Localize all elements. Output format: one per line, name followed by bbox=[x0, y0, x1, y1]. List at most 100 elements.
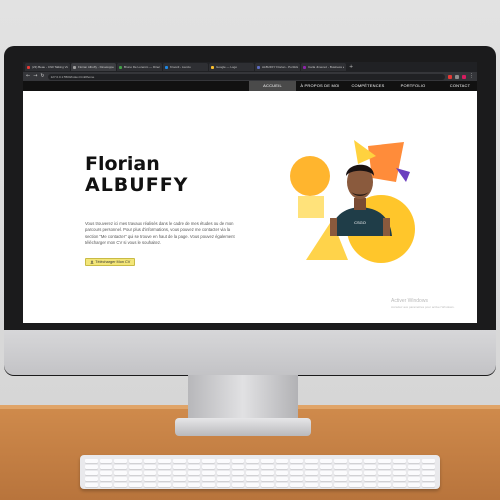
keyboard-key bbox=[261, 471, 274, 475]
keyboard-key bbox=[158, 471, 171, 475]
keyboard-key bbox=[422, 471, 435, 475]
keyboard-key bbox=[319, 477, 333, 481]
monitor-stand bbox=[188, 375, 298, 421]
keyboard-key bbox=[305, 465, 318, 469]
reload-icon[interactable]: ↻ bbox=[40, 74, 44, 79]
keyboard-key bbox=[246, 471, 259, 475]
keyboard-key bbox=[173, 459, 186, 463]
keyboard-key bbox=[187, 465, 201, 469]
keyboard-key bbox=[275, 459, 289, 463]
download-cv-button[interactable]: Télécharger Mon CV bbox=[85, 258, 135, 266]
keyboard-key bbox=[422, 465, 435, 469]
extension-icon[interactable] bbox=[455, 74, 459, 79]
keyboard-key bbox=[202, 471, 215, 475]
keyboard-key bbox=[305, 471, 318, 475]
address-bar[interactable]: 127.0.0.1:5500/index.html#home bbox=[47, 73, 445, 80]
keyboard-key bbox=[407, 471, 421, 475]
nav-item-portfolio[interactable]: PORTFOLIO bbox=[395, 81, 431, 91]
profile-icon[interactable] bbox=[462, 74, 466, 79]
keyboard-key bbox=[319, 471, 333, 475]
browser-tab[interactable]: (23) Beau - Chill Talking Vid bbox=[25, 63, 70, 71]
nav-item-accueil[interactable]: ACCUEIL bbox=[249, 81, 296, 91]
browser-tab[interactable]: ALBUFFY Florian - Portfolio bbox=[255, 63, 300, 71]
back-arrow-icon[interactable]: ← bbox=[26, 74, 30, 79]
keyboard-key bbox=[129, 483, 142, 487]
new-tab-icon[interactable]: + bbox=[349, 64, 353, 70]
keyboard-key bbox=[319, 465, 333, 469]
keyboard-key bbox=[422, 459, 435, 463]
keyboard-key bbox=[290, 459, 303, 463]
keyboard-key bbox=[261, 465, 274, 469]
keyboard-key bbox=[202, 477, 215, 481]
nav-item-contact[interactable]: CONTACT bbox=[443, 81, 477, 91]
tab-title: (23) Beau - Chill Talking Vid bbox=[32, 65, 68, 69]
keyboard-key bbox=[349, 483, 362, 487]
keyboard-key bbox=[114, 483, 127, 487]
keyboard-key bbox=[187, 483, 201, 487]
keyboard-key bbox=[129, 471, 142, 475]
nav-item-competences[interactable]: COMPÉTENCES bbox=[345, 81, 391, 91]
keyboard-key bbox=[422, 483, 435, 487]
download-cv-label: Télécharger Mon CV bbox=[95, 260, 131, 264]
keyboard-key bbox=[393, 483, 406, 487]
keyboard-key bbox=[363, 477, 377, 481]
keyboard-key bbox=[202, 459, 215, 463]
hero-first-name: Florian bbox=[85, 153, 160, 175]
keyboard-key bbox=[99, 465, 113, 469]
forward-arrow-icon[interactable]: → bbox=[33, 74, 37, 79]
keyboard-key bbox=[158, 465, 171, 469]
site-navbar: ACCUEIL À PROPOS DE MOI COMPÉTENCES PORT… bbox=[23, 81, 477, 91]
browser-tab[interactable]: Carla Jimenez - Business et Di bbox=[301, 63, 346, 71]
menu-dots-icon[interactable]: ⋮ bbox=[469, 74, 474, 79]
violet-triangle-shape bbox=[396, 168, 410, 182]
keyboard-key bbox=[202, 483, 215, 487]
extension-icon[interactable] bbox=[448, 74, 452, 79]
keyboard-key bbox=[305, 459, 318, 463]
keyboard-key bbox=[143, 483, 157, 487]
keyboard-key bbox=[363, 459, 377, 463]
keyboard-key bbox=[217, 465, 230, 469]
keyboard-key bbox=[217, 483, 230, 487]
keyboard-key bbox=[187, 477, 201, 481]
keyboard-key bbox=[261, 459, 274, 463]
yellow-rect-shape bbox=[298, 196, 324, 218]
keyboard-key bbox=[99, 477, 113, 481]
keyboard-key bbox=[129, 465, 142, 469]
keyboard-key bbox=[173, 471, 186, 475]
tab-title: Florian Albuffy - Développeur Web bbox=[78, 65, 114, 69]
keyboard-key bbox=[349, 459, 362, 463]
keyboard-key bbox=[246, 465, 259, 469]
keyboard-key bbox=[393, 465, 406, 469]
monitor-stand-base bbox=[175, 418, 311, 436]
keyboard-key bbox=[143, 477, 157, 481]
keyboard-key bbox=[305, 477, 318, 481]
keyboard-key bbox=[85, 483, 98, 487]
keyboard-key bbox=[99, 483, 113, 487]
keyboard-key bbox=[349, 471, 362, 475]
tab-favicon-icon bbox=[27, 65, 30, 69]
keyboard-key bbox=[231, 477, 245, 481]
keyboard-key bbox=[275, 477, 289, 481]
keyboard-key bbox=[85, 477, 98, 481]
keyboard-key bbox=[378, 483, 391, 487]
download-icon bbox=[90, 260, 94, 264]
keyboard-key bbox=[143, 471, 157, 475]
keyboard-key bbox=[363, 483, 377, 487]
keyboard-key bbox=[334, 483, 347, 487]
keyboard-key bbox=[407, 483, 421, 487]
keyboard-key bbox=[99, 459, 113, 463]
keyboard-key bbox=[187, 459, 201, 463]
browser-tab[interactable]: Bruno De Lorenzo — Directeur bbox=[117, 63, 162, 71]
tab-title: ALBUFFY Florian - Portfolio bbox=[262, 65, 298, 69]
keyboard-key bbox=[393, 477, 406, 481]
keyboard-key bbox=[129, 477, 142, 481]
keyboard-key bbox=[290, 483, 303, 487]
nav-item-a-propos[interactable]: À PROPOS DE MOI bbox=[299, 81, 341, 91]
hero-last-name: ALBUFFY bbox=[85, 174, 189, 196]
browser-tab[interactable]: Google — Logo bbox=[209, 63, 254, 71]
browser-tab[interactable]: Florian Albuffy - Développeur Web bbox=[71, 63, 116, 71]
watermark-title: Activer Windows bbox=[391, 298, 428, 304]
browser-tab[interactable]: Kroonli - Lienzo bbox=[163, 63, 208, 71]
hero-title: Florian ALBUFFY bbox=[85, 154, 188, 196]
browser-screen: (23) Beau - Chill Talking Vid Florian Alb… bbox=[23, 62, 477, 323]
